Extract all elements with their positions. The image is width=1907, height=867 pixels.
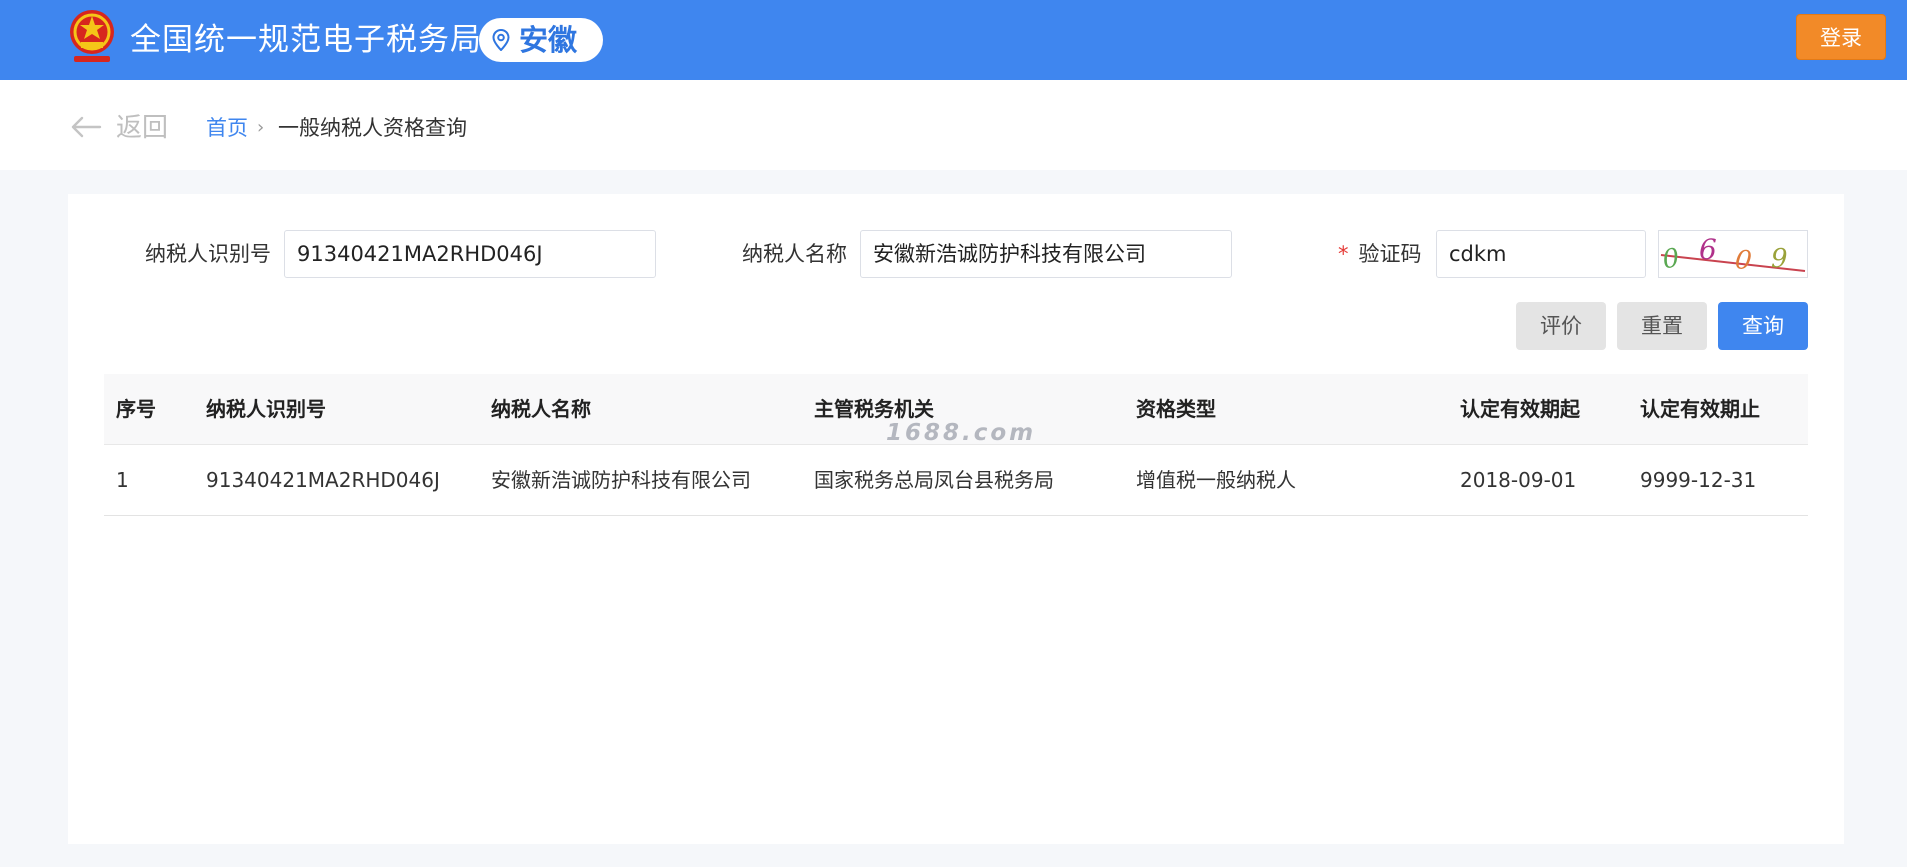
region-label: 安徽 bbox=[519, 23, 578, 57]
breadcrumb-bar: 返回 首页 › 一般纳税人资格查询 bbox=[0, 80, 1907, 170]
query-panel: 纳税人识别号 91340421MA2RHD046J 纳税人名称 安徽新浩诚防护科… bbox=[68, 194, 1844, 844]
national-emblem-icon bbox=[64, 6, 120, 68]
back-label: 返回 bbox=[116, 113, 169, 143]
breadcrumb-separator: › bbox=[257, 117, 265, 138]
cell-end: 9999-12-31 bbox=[1640, 468, 1757, 492]
search-button[interactable]: 查询 bbox=[1718, 302, 1808, 350]
taxpayer-id-input[interactable]: 91340421MA2RHD046J bbox=[284, 230, 656, 278]
taxpayer-id-label: 纳税人识别号 bbox=[145, 242, 271, 266]
cell-name: 安徽新浩诚防护科技有限公司 bbox=[491, 468, 751, 492]
breadcrumb-current: 一般纳税人资格查询 bbox=[278, 116, 467, 140]
captcha-char: 9 bbox=[1771, 244, 1788, 274]
col-header-name: 纳税人名称 bbox=[491, 397, 591, 421]
top-bar: 全国统一规范电子税务局 安徽 登录 bbox=[0, 0, 1907, 80]
evaluate-button[interactable]: 评价 bbox=[1516, 302, 1606, 350]
table-row: 1 91340421MA2RHD046J 安徽新浩诚防护科技有限公司 国家税务总… bbox=[104, 445, 1808, 516]
cell-id: 91340421MA2RHD046J bbox=[206, 468, 440, 492]
taxpayer-name-label: 纳税人名称 bbox=[742, 242, 847, 266]
taxpayer-name-input[interactable]: 安徽新浩诚防护科技有限公司 bbox=[860, 230, 1232, 278]
captcha-char: 6 bbox=[1699, 233, 1717, 266]
arrow-left-icon bbox=[70, 116, 102, 138]
location-pin-icon bbox=[492, 28, 510, 52]
captcha-input[interactable]: cdkm bbox=[1436, 230, 1646, 278]
login-button[interactable]: 登录 bbox=[1796, 14, 1886, 60]
col-header-start: 认定有效期起 bbox=[1460, 397, 1580, 421]
col-header-end: 认定有效期止 bbox=[1640, 397, 1760, 421]
cell-seq: 1 bbox=[116, 468, 129, 492]
breadcrumb-home-link[interactable]: 首页 bbox=[206, 110, 248, 146]
col-header-seq: 序号 bbox=[116, 397, 156, 421]
watermark: 1688.com bbox=[886, 420, 1037, 446]
captcha-char: 0 bbox=[1733, 245, 1753, 277]
col-header-id: 纳税人识别号 bbox=[206, 397, 326, 421]
captcha-image[interactable]: 0 6 0 9 bbox=[1658, 230, 1808, 278]
col-header-type: 资格类型 bbox=[1136, 397, 1216, 421]
captcha-char: 0 bbox=[1661, 243, 1682, 275]
captcha-label: * 验证码 bbox=[1338, 230, 1422, 278]
site-title: 全国统一规范电子税务局 bbox=[130, 22, 482, 58]
cell-start: 2018-09-01 bbox=[1460, 468, 1577, 492]
reset-button[interactable]: 重置 bbox=[1617, 302, 1707, 350]
required-mark: * bbox=[1338, 242, 1349, 266]
cell-authority: 国家税务总局凤台县税务局 bbox=[814, 468, 1054, 492]
captcha-label-text: 验证码 bbox=[1358, 242, 1422, 266]
cell-type: 增值税一般纳税人 bbox=[1136, 468, 1296, 492]
region-selector[interactable]: 安徽 bbox=[479, 18, 603, 62]
